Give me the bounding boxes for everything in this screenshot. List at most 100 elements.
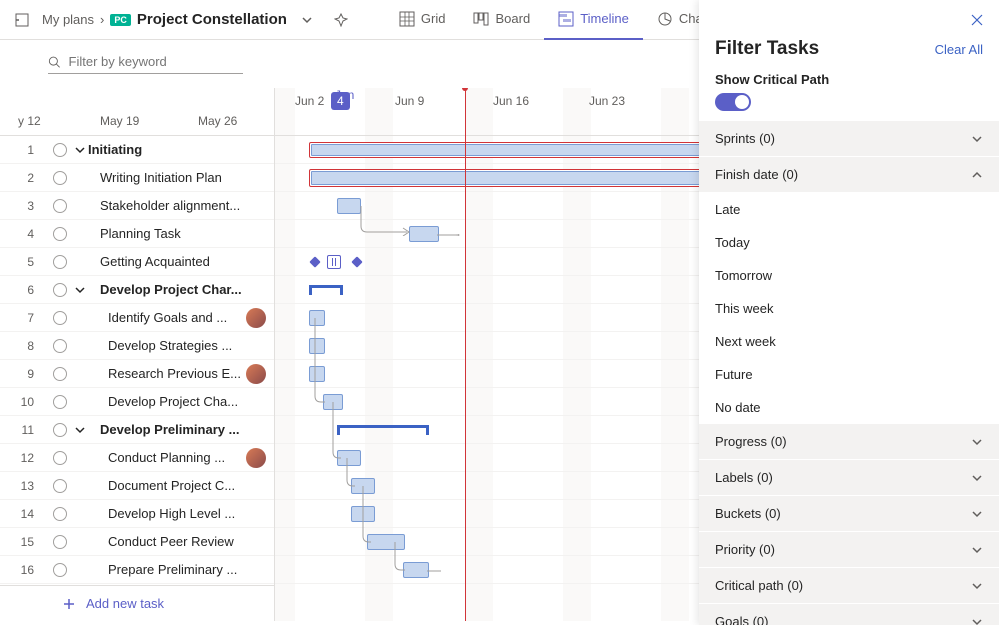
task-checkbox[interactable] <box>48 535 72 549</box>
task-row[interactable]: 6Develop Project Char... <box>0 276 274 304</box>
task-title[interactable]: Identify Goals and ... <box>88 310 242 325</box>
task-title[interactable]: Develop Project Char... <box>88 282 266 297</box>
pin-button[interactable] <box>327 6 355 34</box>
plan-dropdown[interactable] <box>293 6 321 34</box>
task-checkbox[interactable] <box>48 339 72 353</box>
task-title[interactable]: Develop Preliminary ... <box>88 422 266 437</box>
task-title[interactable]: Conduct Planning ... <box>88 450 242 465</box>
task-checkbox[interactable] <box>48 311 72 325</box>
filter-option[interactable]: Tomorrow <box>699 259 999 292</box>
task-checkbox[interactable] <box>48 479 72 493</box>
task-row[interactable]: 9Research Previous E... <box>0 360 274 388</box>
task-title[interactable]: Document Project C... <box>88 478 266 493</box>
filter-option[interactable]: This week <box>699 292 999 325</box>
critical-path-label: Show Critical Path <box>715 72 983 87</box>
assignee-avatar[interactable] <box>246 364 266 384</box>
task-checkbox[interactable] <box>48 507 72 521</box>
task-row[interactable]: 15 Conduct Peer Review <box>0 528 274 556</box>
task-row[interactable]: 13Document Project C... <box>0 472 274 500</box>
milestone[interactable] <box>309 256 320 267</box>
filter-section-goals[interactable]: Goals (0) <box>699 604 999 625</box>
task-row[interactable]: 16 Prepare Preliminary ... <box>0 556 274 584</box>
expand-toggle[interactable] <box>72 425 88 435</box>
task-list-pane: y 12 May 19 May 26 1Initiating2Writing I… <box>0 88 275 621</box>
task-checkbox[interactable] <box>48 423 72 437</box>
assignee-avatar[interactable] <box>246 448 266 468</box>
task-title[interactable]: Develop High Level ... <box>88 506 266 521</box>
task-title[interactable]: Planning Task <box>88 226 266 241</box>
tab-timeline[interactable]: Timeline <box>544 0 643 40</box>
task-row[interactable]: 7Identify Goals and ... <box>0 304 274 332</box>
close-button[interactable] <box>963 6 991 34</box>
tab-board[interactable]: Board <box>459 0 544 40</box>
task-title[interactable]: Research Previous E... <box>88 366 242 381</box>
task-title[interactable]: Initiating <box>88 142 266 157</box>
filter-section-progress[interactable]: Progress (0) <box>699 424 999 460</box>
task-row[interactable]: 5 Getting Acquainted <box>0 248 274 276</box>
task-row[interactable]: 8Develop Strategies ... <box>0 332 274 360</box>
gantt-summary-bar[interactable] <box>309 285 343 295</box>
row-number: 15 <box>0 535 48 549</box>
assignee-avatar[interactable] <box>246 308 266 328</box>
task-title[interactable]: Develop Project Cha... <box>88 394 266 409</box>
tab-grid[interactable]: Grid <box>385 0 460 40</box>
filter-option[interactable]: Next week <box>699 325 999 358</box>
filter-option[interactable]: Late <box>699 193 999 226</box>
task-checkbox[interactable] <box>48 255 72 269</box>
task-checkbox[interactable] <box>48 227 72 241</box>
task-title[interactable]: Prepare Preliminary ... <box>88 562 266 577</box>
task-title[interactable]: Conduct Peer Review <box>88 534 266 549</box>
filter-option[interactable]: Future <box>699 358 999 391</box>
filter-section-finish-date[interactable]: Finish date (0) <box>699 157 999 193</box>
task-row[interactable]: 14Develop High Level ... <box>0 500 274 528</box>
dependency-line <box>313 318 329 404</box>
search-input[interactable] <box>48 54 243 74</box>
task-checkbox[interactable] <box>48 563 72 577</box>
dependency-line <box>393 542 409 572</box>
task-row[interactable]: 3Stakeholder alignment... <box>0 192 274 220</box>
gantt-bar[interactable] <box>409 226 439 242</box>
filter-option[interactable]: No date <box>699 391 999 424</box>
task-checkbox[interactable] <box>48 199 72 213</box>
row-number: 16 <box>0 563 48 577</box>
add-task-button[interactable]: Add new task <box>0 585 274 621</box>
task-title[interactable]: Writing Initiation Plan <box>88 170 266 185</box>
filter-section-buckets[interactable]: Buckets (0) <box>699 496 999 532</box>
expand-toggle[interactable] <box>72 285 88 295</box>
breadcrumb-root[interactable]: My plans <box>42 12 94 27</box>
plan-title[interactable]: Project Constellation <box>137 11 287 28</box>
gantt-bar[interactable] <box>337 198 361 214</box>
filter-panel: Filter Tasks Clear All Show Critical Pat… <box>699 0 999 625</box>
expand-toggle[interactable] <box>72 145 88 155</box>
back-button[interactable] <box>8 6 36 34</box>
task-checkbox[interactable] <box>48 451 72 465</box>
milestone[interactable] <box>351 256 362 267</box>
filter-section-priority[interactable]: Priority (0) <box>699 532 999 568</box>
milestone[interactable] <box>327 255 341 269</box>
task-title[interactable]: Develop Strategies ... <box>88 338 266 353</box>
gantt-summary-bar[interactable] <box>337 425 429 435</box>
task-title[interactable]: Stakeholder alignment... <box>88 198 266 213</box>
task-row[interactable]: 10Develop Project Cha... <box>0 388 274 416</box>
task-row[interactable]: 2Writing Initiation Plan <box>0 164 274 192</box>
task-row[interactable]: 11Develop Preliminary ... <box>0 416 274 444</box>
task-row[interactable]: 12Conduct Planning ... <box>0 444 274 472</box>
search-icon <box>48 55 61 69</box>
filter-section-sprints[interactable]: Sprints (0) <box>699 121 999 157</box>
task-title[interactable]: Getting Acquainted <box>88 254 266 269</box>
task-checkbox[interactable] <box>48 395 72 409</box>
task-row[interactable]: 4Planning Task <box>0 220 274 248</box>
task-checkbox[interactable] <box>48 143 72 157</box>
filter-section-critical-path[interactable]: Critical path (0) <box>699 568 999 604</box>
critical-path-toggle[interactable] <box>715 93 751 111</box>
chevron-down-icon <box>971 544 983 556</box>
row-number: 5 <box>0 255 48 269</box>
task-row[interactable]: 1Initiating <box>0 136 274 164</box>
task-checkbox[interactable] <box>48 283 72 297</box>
filter-option[interactable]: Today <box>699 226 999 259</box>
filter-section-labels[interactable]: Labels (0) <box>699 460 999 496</box>
chevron-down-icon <box>971 580 983 592</box>
task-checkbox[interactable] <box>48 367 72 381</box>
task-checkbox[interactable] <box>48 171 72 185</box>
clear-all-button[interactable]: Clear All <box>935 42 983 57</box>
